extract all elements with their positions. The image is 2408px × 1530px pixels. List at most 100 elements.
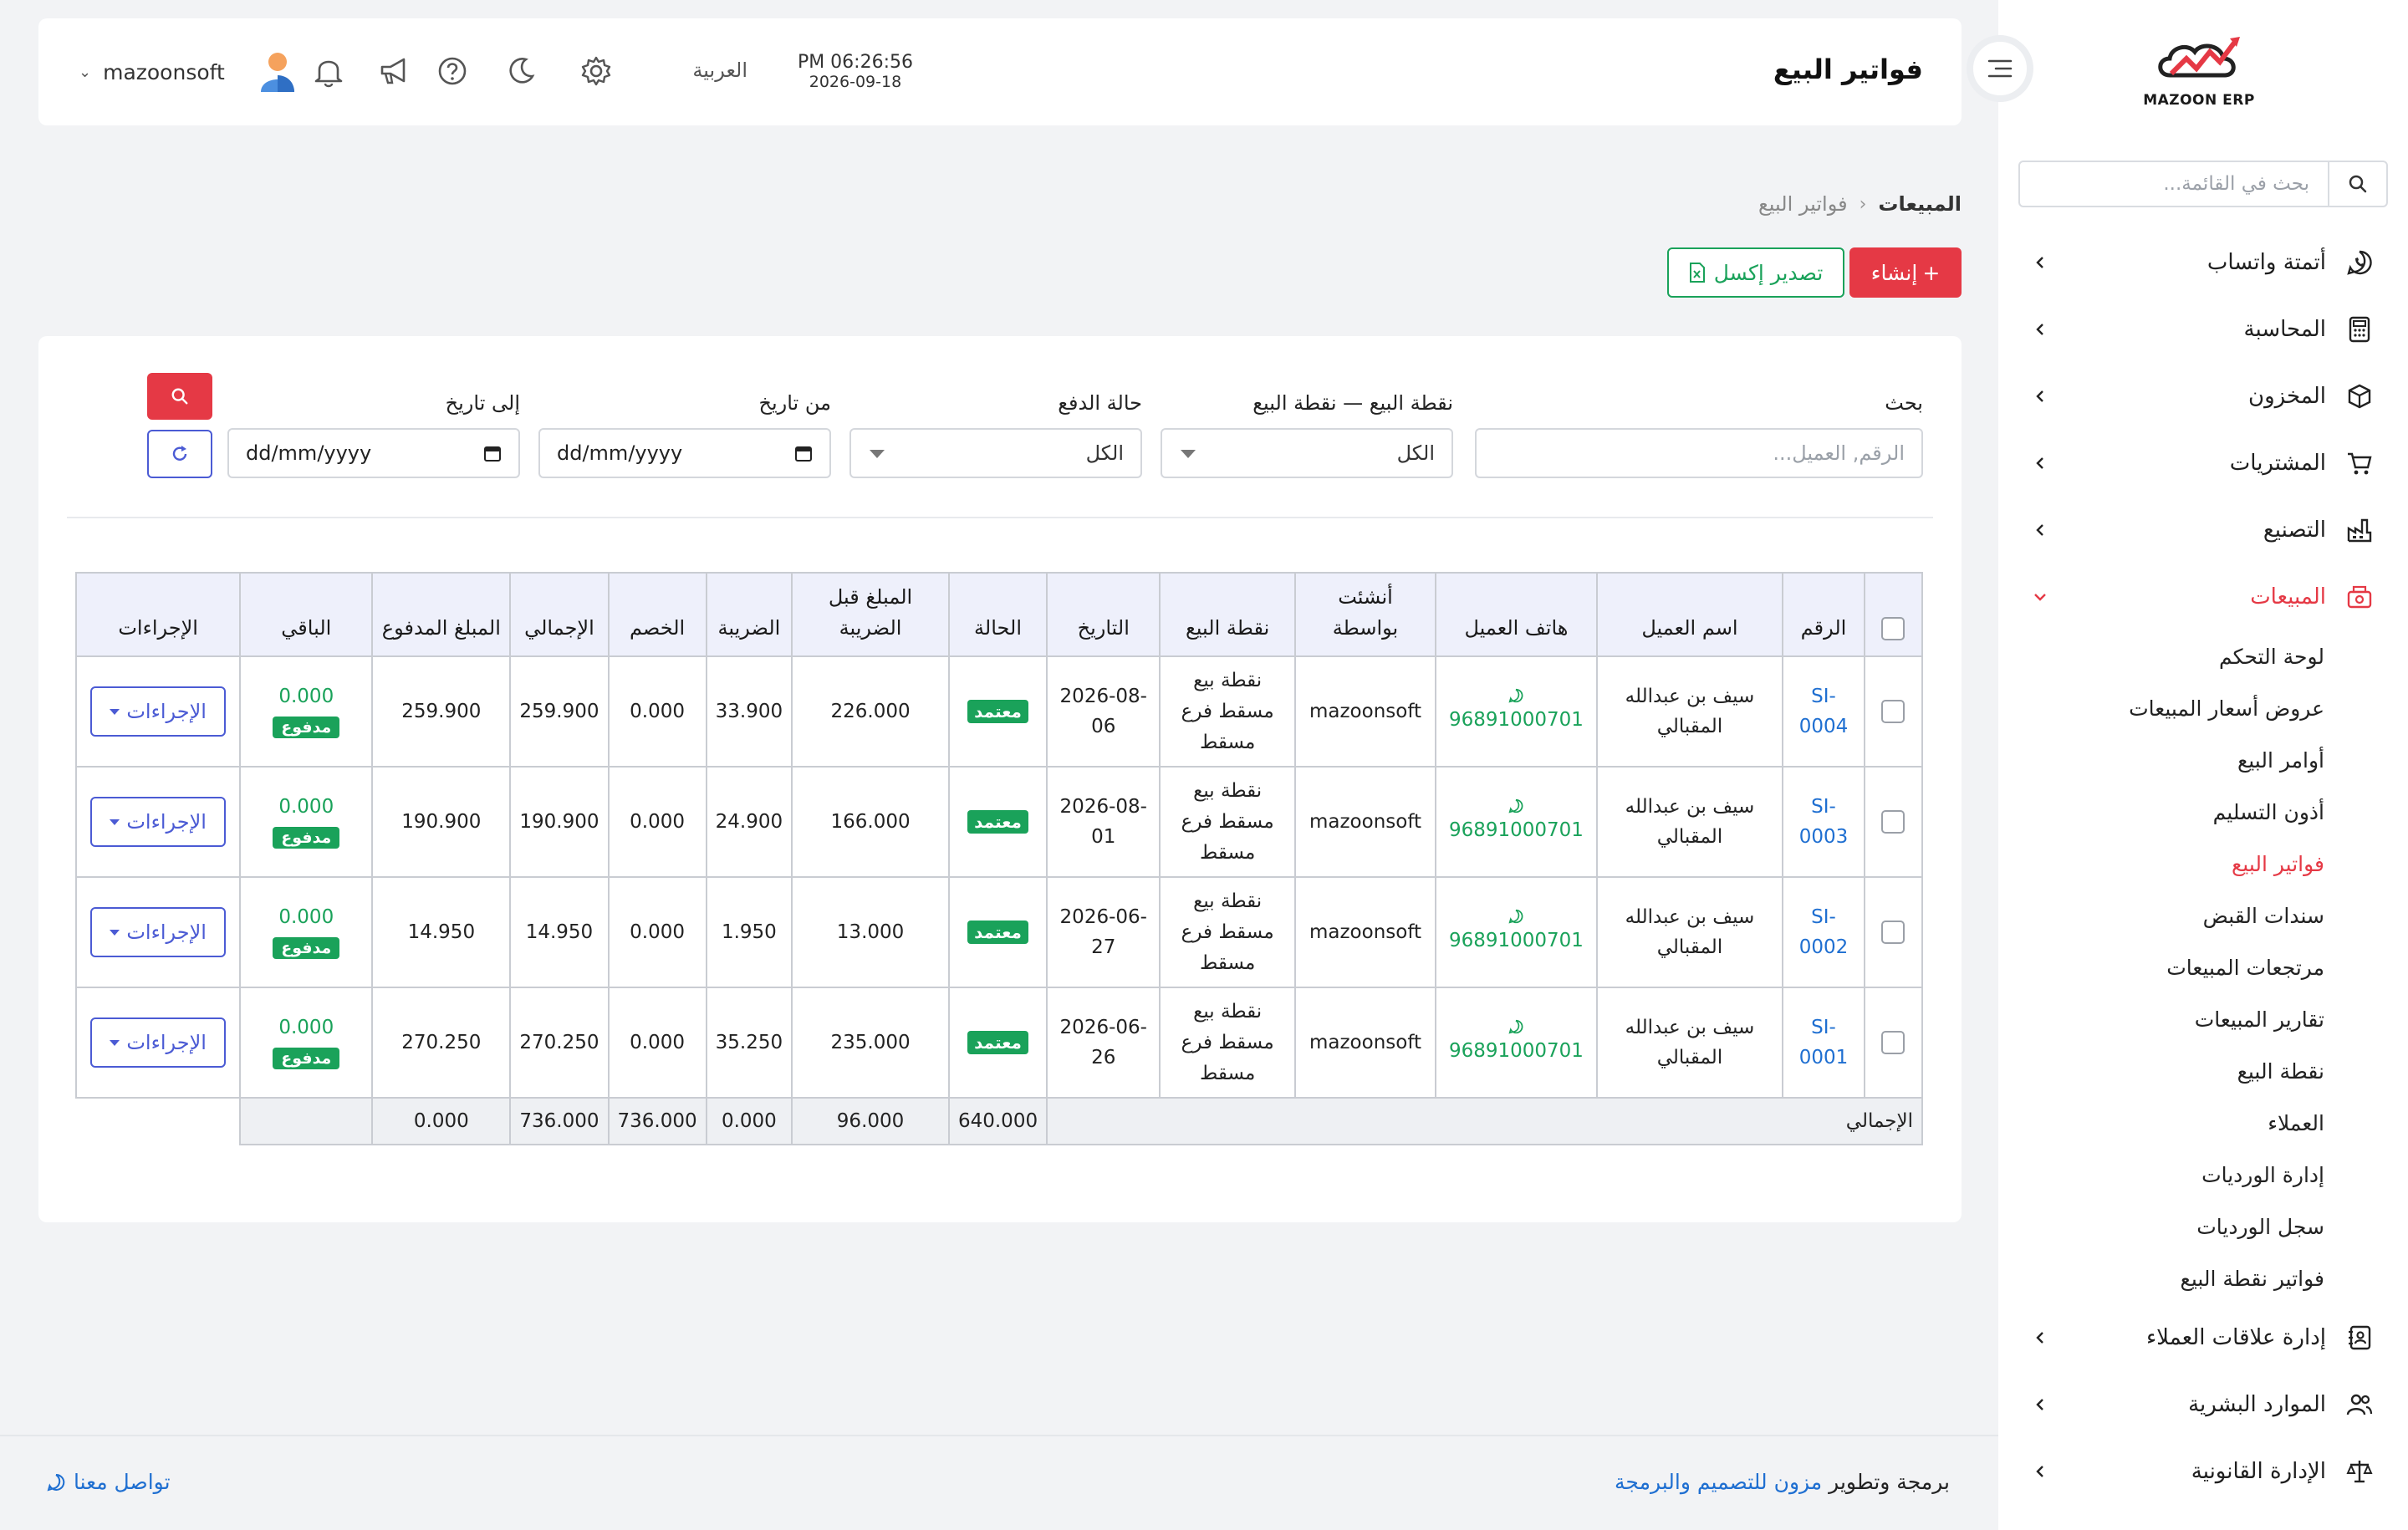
submenu-item-customers[interactable]: العملاء <box>1998 1097 2324 1149</box>
total-cell: 270.250 <box>509 987 610 1099</box>
user-menu[interactable]: ⌄ mazoonsoft <box>79 50 297 94</box>
sidebar-item-inventory[interactable]: المخزون <box>1998 363 2408 430</box>
submenu-item-pos[interactable]: نقطة البيع <box>1998 1045 2324 1097</box>
customer-phone-link[interactable]: 96891000701 <box>1445 909 1588 951</box>
gear-icon[interactable] <box>577 52 615 90</box>
row-actions-button[interactable]: الإجراءات <box>90 797 227 848</box>
contact-us-label: تواصل معنا <box>74 1470 171 1494</box>
col-status[interactable]: الحالة <box>947 571 1048 658</box>
breadcrumb-parent[interactable]: المبيعات <box>1878 192 1962 216</box>
col-created-by[interactable]: أنشئت بواسطة <box>1293 571 1437 658</box>
col-total[interactable]: الإجمالي <box>509 571 610 658</box>
row-checkbox[interactable] <box>1881 1031 1905 1055</box>
from-date-input[interactable]: dd/mm/yyyy <box>538 428 831 478</box>
row-checkbox[interactable] <box>1881 921 1905 945</box>
row-actions-label: الإجراءات <box>126 921 207 945</box>
invoice-number-cell: SI-0001 <box>1782 987 1865 1099</box>
sidebar-item-sales[interactable]: المبيعات <box>1998 564 2408 630</box>
customer-phone-link[interactable]: 96891000701 <box>1445 798 1588 841</box>
payment-filter-select[interactable]: الكل <box>849 428 1142 478</box>
pos-filter-select[interactable]: الكل <box>1161 428 1453 478</box>
sidebar-item-hr[interactable]: الموارد البشرية <box>1998 1371 2408 1438</box>
contact-us-link[interactable]: تواصل معنا <box>47 1470 171 1494</box>
invoice-number-link[interactable]: SI-0003 <box>1799 796 1849 849</box>
submenu-item-shift-log[interactable]: سجل الورديات <box>1998 1201 2324 1252</box>
row-actions-button[interactable]: الإجراءات <box>90 686 227 737</box>
select-all-checkbox[interactable] <box>1881 617 1905 641</box>
tax-cell: 24.900 <box>705 766 793 879</box>
col-number[interactable]: الرقم <box>1782 571 1865 658</box>
submenu-item-sales-reports[interactable]: تقارير المبيعات <box>1998 993 2324 1045</box>
filter-search-button[interactable] <box>147 373 212 420</box>
customer-name-cell: سيف بن عبدالله المقبالي <box>1595 766 1784 879</box>
caret-down-icon <box>110 929 120 936</box>
search-icon[interactable] <box>2328 162 2386 206</box>
col-phone[interactable]: هاتف العميل <box>1435 571 1598 658</box>
create-button[interactable]: + إنشاء <box>1849 247 1962 298</box>
submenu-item-quotations[interactable]: عروض أسعار المبيعات <box>1998 682 2324 734</box>
col-date[interactable]: التاريخ <box>1046 571 1161 658</box>
invoice-number-cell: SI-0004 <box>1782 655 1865 768</box>
col-remaining[interactable]: الباقي <box>239 571 374 658</box>
customer-phone-link[interactable]: 96891000701 <box>1445 1019 1588 1062</box>
tax-cell: 33.900 <box>705 655 793 768</box>
actions-cell: الإجراءات <box>74 987 242 1099</box>
customer-phone-link[interactable]: 96891000701 <box>1445 688 1588 731</box>
col-paid[interactable]: المبلغ المدفوع <box>371 571 512 658</box>
search-filter-input[interactable]: الرقم, العميل... <box>1475 428 1923 478</box>
remaining-value: 0.000 <box>278 795 334 818</box>
actions-cell: الإجراءات <box>74 876 242 989</box>
sidebar-item-accounting[interactable]: المحاسبة <box>1998 296 2408 363</box>
bell-icon[interactable] <box>309 52 348 90</box>
calendar-icon <box>484 446 501 462</box>
refresh-icon <box>172 446 187 461</box>
row-actions-button[interactable]: الإجراءات <box>90 907 227 958</box>
plus-icon: + <box>1922 260 1941 285</box>
row-checkbox[interactable] <box>1881 810 1905 834</box>
help-icon[interactable] <box>433 52 472 90</box>
chevron-left-icon <box>2036 1332 2043 1344</box>
col-pre-tax[interactable]: المبلغ قبل الضريبة <box>791 571 950 658</box>
submenu-item-receipts[interactable]: سندات القبض <box>1998 890 2324 941</box>
invoice-number-link[interactable]: SI-0001 <box>1799 1017 1849 1069</box>
submenu-item-dashboard[interactable]: لوحة التحكم <box>1998 630 2324 682</box>
invoice-number-link[interactable]: SI-0004 <box>1799 686 1849 738</box>
invoice-number-link[interactable]: SI-0002 <box>1799 906 1849 959</box>
menu-search-input[interactable] <box>2020 162 2328 206</box>
filter-reset-button[interactable] <box>147 430 212 478</box>
sidebar-item-legal[interactable]: الإدارة القانونية <box>1998 1438 2408 1505</box>
col-pos[interactable]: نقطة البيع <box>1159 571 1296 658</box>
sidebar-collapse-button[interactable] <box>1967 35 2033 102</box>
sidebar-item-manufacturing[interactable]: التصنيع <box>1998 497 2408 564</box>
language-switch[interactable]: العربية <box>692 59 747 82</box>
to-date-input[interactable]: dd/mm/yyyy <box>227 428 520 478</box>
submenu-item-sales-invoices[interactable]: فواتير البيع <box>1998 838 2324 890</box>
submenu-item-delivery-notes[interactable]: أذون التسليم <box>1998 786 2324 838</box>
date-cell: 2026-08-01 <box>1046 766 1161 879</box>
sidebar-item-crm[interactable]: إدارة علاقات العملاء <box>1998 1304 2408 1371</box>
row-checkbox[interactable] <box>1881 700 1905 724</box>
megaphone-icon[interactable] <box>375 52 413 90</box>
dropdown-arrow-icon <box>1181 450 1196 458</box>
cart-icon <box>2344 448 2375 478</box>
submenu-item-sales-orders[interactable]: أوامر البيع <box>1998 734 2324 786</box>
box-icon <box>2344 381 2375 411</box>
status-cell: معتمد <box>947 876 1048 989</box>
sidebar-item-purchases[interactable]: المشتريات <box>1998 430 2408 497</box>
col-discount[interactable]: الخصم <box>607 571 707 658</box>
export-excel-button[interactable]: تصدير إكسل <box>1667 247 1844 298</box>
moon-icon[interactable] <box>502 52 540 90</box>
submenu-item-shift-management[interactable]: إدارة الورديات <box>1998 1149 2324 1201</box>
submenu-item-pos-invoices[interactable]: فواتير نقطة البيع <box>1998 1252 2324 1304</box>
submenu-item-sales-returns[interactable]: مرتجعات المبيعات <box>1998 941 2324 993</box>
col-tax[interactable]: الضريبة <box>705 571 793 658</box>
table-row: SI-0002 سيف بن عبدالله المقبالي 96891000… <box>74 876 1924 989</box>
sidebar-item-whatsapp[interactable]: أتمتة واتساب <box>1998 229 2408 296</box>
col-customer[interactable]: اسم العميل <box>1595 571 1784 658</box>
footer-credit-link[interactable]: مزون للتصميم والبرمجة <box>1615 1470 1822 1494</box>
status-badge: معتمد <box>967 1030 1028 1054</box>
customer-phone-number: 96891000701 <box>1448 708 1584 731</box>
avatar <box>260 53 294 92</box>
row-actions-button[interactable]: الإجراءات <box>90 1017 227 1068</box>
caret-down-icon <box>110 1039 120 1046</box>
